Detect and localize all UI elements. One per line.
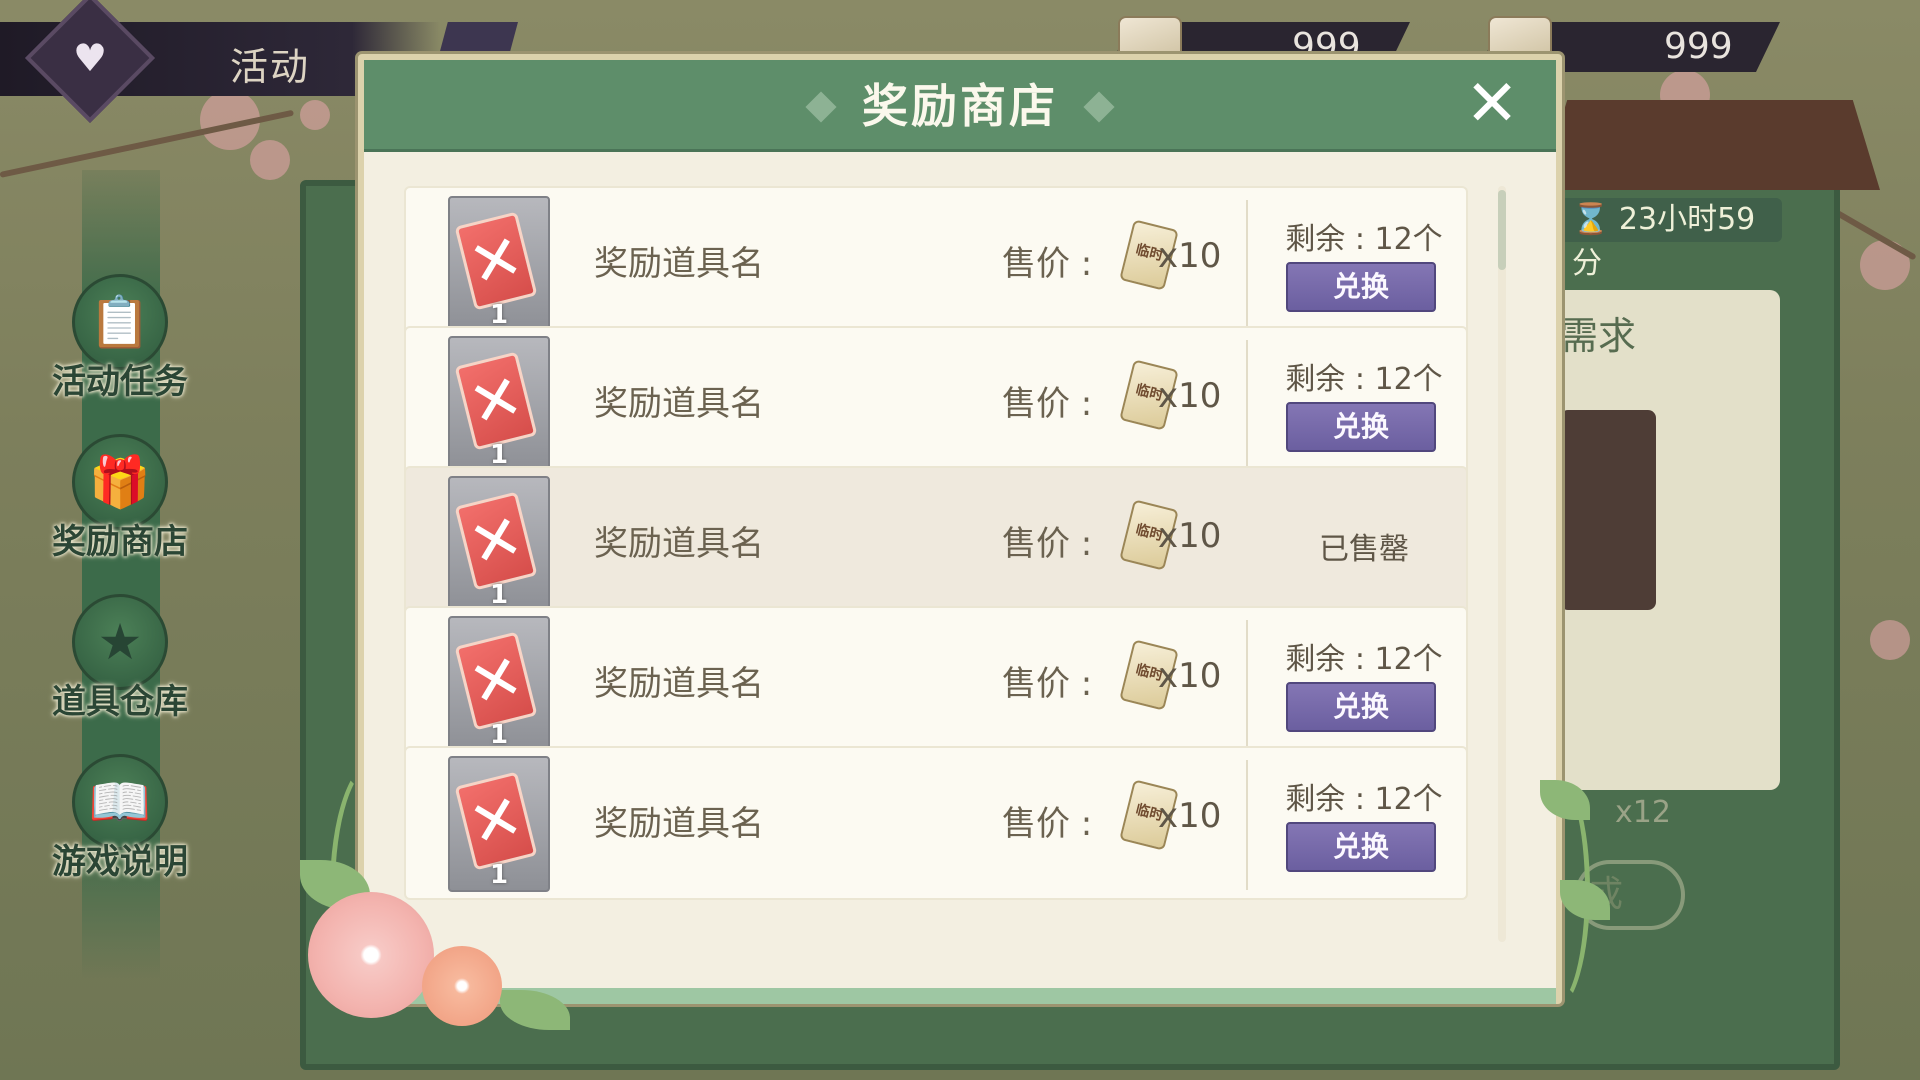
price-quantity: x10 — [1158, 796, 1222, 836]
currency-value-2: 999 — [1664, 26, 1733, 67]
exchange-button[interactable]: 兑换 — [1286, 262, 1436, 312]
remaining-stock: 剩余 : 12个 — [1285, 222, 1443, 257]
modal-title: 奖励商店 — [862, 79, 1058, 133]
item-count: 1 — [489, 860, 509, 890]
character-portrait — [1560, 410, 1656, 610]
price-label: 售价 : — [1002, 804, 1093, 844]
exchange-button[interactable]: 兑换 — [1286, 402, 1436, 452]
cherry-blossom-icon — [422, 946, 502, 1026]
roof-decoration — [1540, 100, 1880, 190]
sidebar-item-tasks[interactable]: 📋 活动任务 — [40, 274, 200, 414]
shop-item-row: ✕ 1 奖励道具名 售价 : 临时 x10 剩余 : 12个 兑换 — [404, 326, 1468, 480]
price-quantity: x10 — [1158, 516, 1222, 556]
price-quantity: x10 — [1158, 236, 1222, 276]
item-name: 奖励道具名 — [594, 524, 764, 564]
sidebar-item-shop[interactable]: 🎁 奖励商店 — [40, 434, 200, 574]
divider — [1246, 340, 1248, 470]
item-thumbnail: ✕ 1 — [448, 756, 550, 892]
scrollbar-track[interactable] — [1498, 186, 1506, 942]
sidebar-item-help[interactable]: 📖 游戏说明 — [40, 754, 200, 894]
item-count-label: x12 — [1615, 795, 1671, 830]
shop-item-row: ✕ 1 奖励道具名 售价 : 临时 x10 剩余 : 12个 兑换 — [404, 746, 1468, 900]
divider — [1246, 620, 1248, 750]
exchange-button[interactable]: 兑换 — [1286, 822, 1436, 872]
shop-item-row-soldout: ✕ 1 奖励道具名 售价 : 临时 x10 已售罄 — [404, 466, 1468, 620]
item-name: 奖励道具名 — [594, 244, 764, 284]
sold-out-label: 已售罄 — [1319, 532, 1409, 567]
price-label: 售价 : — [1002, 244, 1093, 284]
divider — [1246, 760, 1248, 890]
countdown-timer: ⌛ 23小时59分 — [1560, 198, 1782, 281]
item-thumbnail: ✕ 1 — [448, 616, 550, 752]
price-label: 售价 : — [1002, 664, 1093, 704]
page-title: 活动 — [230, 45, 311, 89]
price-label: 售价 : — [1002, 524, 1093, 564]
cherry-blossom-icon — [308, 892, 434, 1018]
sidebar-item-label: 奖励商店 — [52, 522, 188, 562]
scrollbar-thumb[interactable] — [1498, 190, 1506, 270]
card-icon: ✕ — [454, 491, 538, 591]
divider — [1246, 200, 1248, 330]
sidebar-item-warehouse[interactable]: ★ 道具仓库 — [40, 594, 200, 734]
shop-item-list[interactable]: ✕ 1 奖励道具名 售价 : 临时 x10 剩余 : 12个 兑换 ✕ 1 奖励… — [404, 186, 1484, 942]
card-icon: ✕ — [454, 631, 538, 731]
close-icon[interactable]: ✕ — [1460, 72, 1524, 138]
price-quantity: x10 — [1158, 656, 1222, 696]
card-icon: ✕ — [454, 351, 538, 451]
shop-item-row: ✕ 1 奖励道具名 售价 : 临时 x10 剩余 : 12个 兑换 — [404, 606, 1468, 760]
card-icon: ✕ — [454, 211, 538, 311]
card-icon: ✕ — [454, 771, 538, 871]
item-name: 奖励道具名 — [594, 664, 764, 704]
item-name: 奖励道具名 — [594, 804, 764, 844]
sidebar-item-label: 游戏说明 — [52, 842, 188, 882]
price-quantity: x10 — [1158, 376, 1222, 416]
shop-item-row: ✕ 1 奖励道具名 售价 : 临时 x10 剩余 : 12个 兑换 — [404, 186, 1468, 340]
exchange-button[interactable]: 兑换 — [1286, 682, 1436, 732]
sidebar-item-label: 道具仓库 — [52, 682, 188, 722]
item-thumbnail: ✕ 1 — [448, 336, 550, 472]
need-label: 需求 — [1560, 314, 1637, 358]
item-thumbnail: ✕ 1 — [448, 196, 550, 332]
item-thumbnail: ✕ 1 — [448, 476, 550, 612]
reward-shop-modal: 奖励商店 ✕ ✕ 1 奖励道具名 售价 : 临时 x10 剩余 : 12个 兑换… — [358, 54, 1562, 1004]
heart-icon: ♥ — [72, 36, 108, 80]
item-name: 奖励道具名 — [594, 384, 764, 424]
remaining-stock: 剩余 : 12个 — [1285, 782, 1443, 817]
sidebar-item-label: 活动任务 — [52, 362, 188, 402]
modal-header: 奖励商店 ✕ — [364, 60, 1556, 152]
remaining-stock: 剩余 : 12个 — [1285, 642, 1443, 677]
price-label: 售价 : — [1002, 384, 1093, 424]
remaining-stock: 剩余 : 12个 — [1285, 362, 1443, 397]
